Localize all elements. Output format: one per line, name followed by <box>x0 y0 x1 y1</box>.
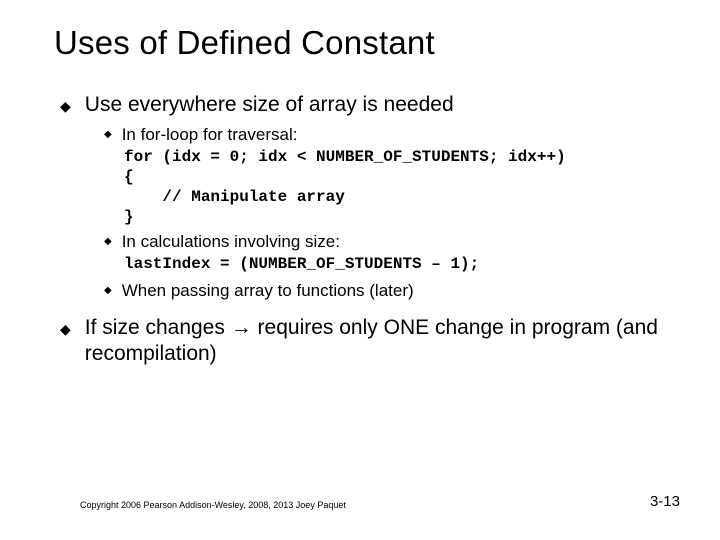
bullet-icon: ◆ <box>104 232 112 252</box>
slide-title: Uses of Defined Constant <box>54 24 684 62</box>
bullet-level1: ◆ If size changes → requires only ONE ch… <box>60 315 684 367</box>
bullet-level1: ◆ Use everywhere size of array is needed <box>60 92 684 118</box>
bullet-level2: ◆ When passing array to functions (later… <box>104 280 684 301</box>
bullet-text: When passing array to functions (later) <box>122 280 414 301</box>
bullet-icon: ◆ <box>60 94 71 118</box>
code-block: for (idx = 0; idx < NUMBER_OF_STUDENTS; … <box>124 147 684 227</box>
footer: Copyright 2006 Pearson Addison-Wesley, 2… <box>80 493 680 510</box>
bullet-level2: ◆ In for-loop for traversal: <box>104 124 684 145</box>
page-number: 3-13 <box>650 493 680 510</box>
copyright-text: Copyright 2006 Pearson Addison-Wesley, 2… <box>80 500 346 510</box>
bullet-icon: ◆ <box>60 317 71 341</box>
sub-list: ◆ In for-loop for traversal: for (idx = … <box>104 124 684 301</box>
arrow-icon: → <box>231 316 252 339</box>
code-block: lastIndex = (NUMBER_OF_STUDENTS – 1); <box>124 254 684 274</box>
bullet-level2: ◆ In calculations involving size: <box>104 231 684 252</box>
bullet-icon: ◆ <box>104 125 112 145</box>
bullet-text: If size changes → requires only ONE chan… <box>85 315 684 367</box>
bullet-text: In calculations involving size: <box>122 231 340 252</box>
bullet-text: Use everywhere size of array is needed <box>85 92 454 118</box>
bullet-text: In for-loop for traversal: <box>122 124 298 145</box>
bullet-icon: ◆ <box>104 281 112 301</box>
slide: Uses of Defined Constant ◆ Use everywher… <box>0 0 720 540</box>
